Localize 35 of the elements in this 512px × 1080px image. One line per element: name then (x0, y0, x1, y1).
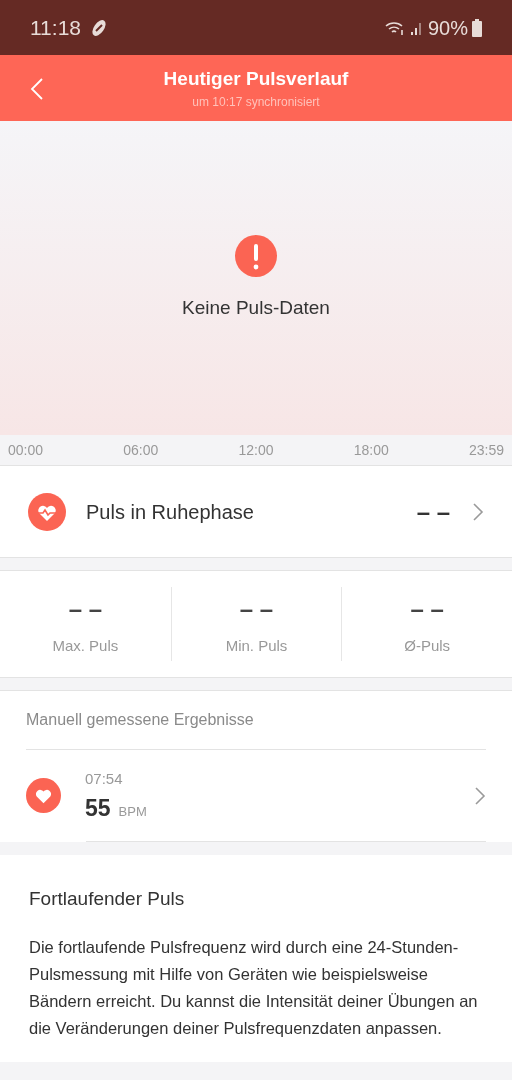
info-text: Die fortlaufende Pulsfrequenz wird durch eine 24-Stunden-Pulsmessung mit Hilfe von Geräten wie beispielsweise Bändern erreicht. Du kannst die Intensität deiner Übungen an die Veränderungen deiner Pulsfrequenzdaten anpassen. (29, 936, 479, 1039)
resting-pulse-value: – – (416, 496, 450, 527)
alert-icon (234, 233, 278, 278)
axis-label: 12:00 (238, 440, 274, 460)
stat-value: – – (239, 593, 274, 624)
sync-subtitle: um 10:17 synchronisiert (192, 94, 320, 112)
page-title: Heutiger Pulsverlauf (163, 66, 349, 91)
measurement-unit: BPM (118, 802, 147, 821)
axis-label: 00:00 (8, 440, 44, 460)
back-button[interactable] (30, 77, 44, 101)
axis-label: 06:00 (123, 440, 159, 460)
stat-value: – – (68, 593, 102, 624)
status-time: 11:18 (30, 14, 81, 41)
info-title: Fortlaufender Puls (29, 887, 186, 911)
resting-pulse-row[interactable]: Puls in Ruhephase – – (0, 466, 512, 558)
stat-label: Max. Puls (52, 635, 119, 656)
battery-icon (472, 18, 482, 37)
axis-label: 18:00 (353, 440, 389, 460)
stat-value: – – (410, 593, 444, 624)
status-app-icon (89, 17, 109, 38)
chevron-right-icon (472, 501, 484, 522)
measurement-row[interactable]: 07:54 55 BPM (26, 750, 486, 841)
chevron-right-icon (474, 785, 486, 806)
battery-percent: 90% (427, 15, 468, 41)
axis-label: 23:59 (468, 440, 504, 460)
section-title: Manuell gemessene Ergebnisse (26, 710, 254, 730)
measurement-time: 07:54 (85, 768, 124, 789)
stat-label: Min. Puls (225, 635, 288, 656)
measurement-value: 55 (85, 793, 111, 823)
stat-label: Ø-Puls (404, 635, 451, 656)
resting-pulse-label: Puls in Ruhephase (86, 499, 254, 525)
no-data-message: Keine Puls-Daten (182, 295, 330, 320)
back-icon (30, 77, 44, 101)
heart-pulse-icon (28, 492, 66, 531)
wifi-icon (383, 19, 406, 36)
